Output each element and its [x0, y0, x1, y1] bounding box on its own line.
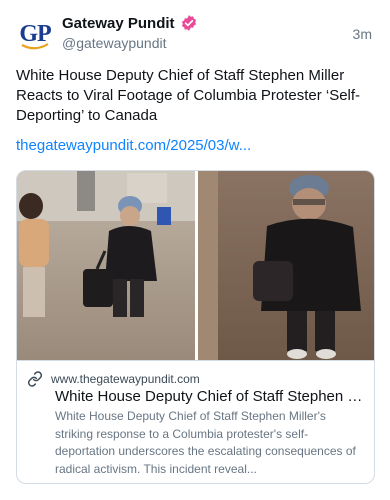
link-icon [27, 371, 43, 387]
post-body-text: White House Deputy Chief of Staff Stephe… [16, 67, 361, 124]
card-domain-row: www.thegatewaypundit.com [27, 371, 200, 387]
post-header: GP Gateway Pundit @gatewaypundit 3m [16, 10, 374, 58]
avatar[interactable]: GP [16, 16, 54, 54]
post-link[interactable]: thegatewaypundit.com/2025/03/w... [16, 137, 251, 154]
card-domain: www.thegatewaypundit.com [51, 372, 200, 386]
author-display-name[interactable]: Gateway Pundit [62, 15, 175, 32]
card-description: White House Deputy Chief of Staff Stephe… [55, 409, 356, 476]
card-thumbnail-image[interactable] [17, 171, 375, 360]
link-preview-card[interactable]: www.thegatewaypundit.com White House Dep… [16, 170, 375, 484]
author-name-row[interactable]: Gateway Pundit [62, 14, 198, 32]
card-title[interactable]: White House Deputy Chief of Staff Stephe… [55, 388, 367, 405]
card-meta[interactable]: www.thegatewaypundit.com White House Dep… [17, 360, 374, 483]
swoosh-icon [21, 43, 49, 50]
verified-badge-icon [181, 15, 196, 31]
post-timestamp[interactable]: 3m [353, 26, 372, 42]
author-handle[interactable]: @gatewaypundit [62, 35, 167, 51]
